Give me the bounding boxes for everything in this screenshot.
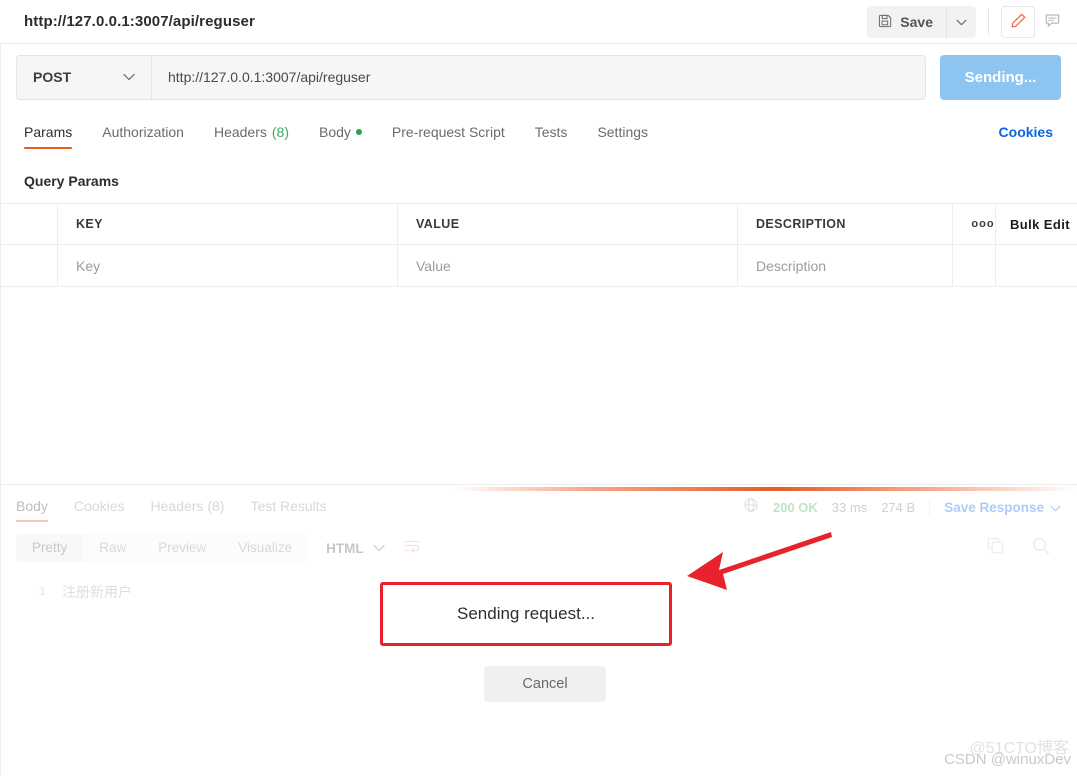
- line-number: 1: [38, 585, 46, 599]
- view-mode-visualize[interactable]: Visualize: [222, 534, 308, 562]
- ellipsis-icon: ooo: [971, 218, 995, 230]
- copy-button[interactable]: [986, 536, 1005, 560]
- view-mode-preview[interactable]: Preview: [142, 534, 222, 562]
- comment-button[interactable]: [1035, 6, 1069, 38]
- tab-params-label: Params: [24, 124, 73, 140]
- column-options-button[interactable]: ooo: [953, 204, 996, 244]
- header-checkbox-cell: [0, 204, 58, 244]
- response-size: 274 B: [881, 499, 916, 515]
- tab-pre-request-script-label: Pre-request Script: [391, 124, 505, 140]
- http-method-label: POST: [33, 69, 72, 85]
- word-wrap-icon: [403, 538, 421, 559]
- tab-headers-label: Headers: [213, 124, 267, 140]
- chevron-down-icon: [1050, 500, 1061, 515]
- tab-params[interactable]: Params: [24, 124, 73, 149]
- request-url-input[interactable]: [152, 55, 925, 99]
- tab-pre-request-script[interactable]: Pre-request Script: [392, 124, 505, 149]
- save-response-label: Save Response: [944, 499, 1044, 515]
- loading-progress-bar: [0, 487, 1077, 491]
- send-button[interactable]: Sending...: [940, 54, 1061, 100]
- column-header-key: KEY: [58, 204, 398, 244]
- search-button[interactable]: [1031, 536, 1051, 561]
- query-params-table: KEY VALUE DESCRIPTION ooo Bulk Edit Key …: [0, 203, 1077, 287]
- save-button-group: Save: [867, 5, 976, 38]
- copy-icon: [986, 537, 1005, 559]
- tab-settings-label: Settings: [597, 124, 649, 140]
- response-tabs: Body Cookies Headers (8) Test Results 20…: [0, 492, 1077, 528]
- chevron-down-icon: [956, 14, 967, 29]
- response-format-label: HTML: [326, 540, 364, 556]
- response-tools: [986, 536, 1061, 561]
- cookies-link[interactable]: Cookies: [999, 124, 1053, 140]
- param-description-input[interactable]: Description: [738, 245, 953, 286]
- chevron-down-icon: [372, 539, 385, 557]
- param-value-input[interactable]: Value: [398, 245, 738, 286]
- tab-body-label: Body: [319, 124, 351, 140]
- tab-tests[interactable]: Tests: [535, 124, 568, 149]
- url-bar: POST: [16, 54, 926, 100]
- tab-settings[interactable]: Settings: [597, 124, 648, 149]
- query-params-title: Query Params: [24, 173, 119, 189]
- response-tab-cookies[interactable]: Cookies: [74, 498, 125, 522]
- postman-window: http://127.0.0.1:3007/api/reguser Save P…: [0, 0, 1077, 776]
- request-tabs: Params Authorization Headers (8) Body Pr…: [0, 124, 1077, 160]
- response-view-toolbar: Pretty Raw Preview Visualize HTML: [0, 528, 1077, 568]
- meta-divider: [929, 499, 931, 515]
- code-line: 1 注册新用户: [0, 582, 1077, 602]
- top-bar-actions: Save: [867, 5, 1077, 38]
- code-left-rail: [0, 568, 1, 743]
- save-button[interactable]: Save: [867, 5, 946, 38]
- tab-tests-label: Tests: [534, 124, 568, 140]
- top-bar: http://127.0.0.1:3007/api/reguser Save: [0, 0, 1077, 44]
- save-button-label: Save: [900, 13, 933, 30]
- toolbar-divider: [988, 8, 989, 35]
- tab-headers[interactable]: Headers (8): [214, 124, 289, 149]
- bulk-edit-label: Bulk Edit: [1010, 216, 1070, 232]
- response-body: 1 注册新用户: [0, 568, 1077, 743]
- floppy-disk-icon: [878, 13, 893, 31]
- globe-icon: [743, 497, 759, 518]
- tab-headers-count: (8): [271, 124, 289, 140]
- column-header-value: VALUE: [398, 204, 738, 244]
- row-checkbox-cell[interactable]: [0, 245, 58, 286]
- response-tab-body[interactable]: Body: [16, 498, 48, 522]
- search-icon: [1031, 537, 1051, 560]
- url-row: POST Sending...: [0, 44, 1077, 110]
- response-tab-test-results[interactable]: Test Results: [250, 498, 326, 522]
- view-mode-pretty[interactable]: Pretty: [16, 534, 84, 562]
- response-status: 200 OK: [772, 499, 818, 515]
- response-meta: 200 OK 33 ms 274 B Save Response: [743, 497, 1061, 524]
- word-wrap-button[interactable]: [403, 538, 421, 559]
- tab-authorization-label: Authorization: [102, 124, 184, 140]
- pencil-icon: [1010, 12, 1027, 32]
- column-header-description: DESCRIPTION: [738, 204, 953, 244]
- chevron-down-icon: [123, 68, 135, 86]
- table-row: Key Value Description: [0, 245, 1077, 286]
- param-key-input[interactable]: Key: [58, 245, 398, 286]
- row-options-cell: [953, 245, 996, 286]
- save-dropdown-button[interactable]: [946, 5, 976, 38]
- comment-icon: [1044, 12, 1061, 32]
- tab-body[interactable]: Body: [319, 124, 362, 149]
- body-modified-dot-icon: [355, 129, 362, 135]
- response-pane: Body Cookies Headers (8) Test Results 20…: [0, 492, 1077, 776]
- http-method-select[interactable]: POST: [17, 55, 152, 99]
- response-tab-headers[interactable]: Headers (8): [151, 498, 225, 522]
- edit-request-button[interactable]: [1001, 5, 1035, 38]
- table-header-row: KEY VALUE DESCRIPTION ooo Bulk Edit: [0, 204, 1077, 245]
- request-title: http://127.0.0.1:3007/api/reguser: [24, 13, 255, 30]
- tab-authorization[interactable]: Authorization: [102, 124, 184, 149]
- save-response-button[interactable]: Save Response: [944, 500, 1061, 515]
- response-view-modes: Pretty Raw Preview Visualize: [16, 534, 309, 562]
- code-text: 注册新用户: [62, 584, 132, 600]
- response-time: 33 ms: [831, 499, 868, 515]
- view-mode-raw[interactable]: Raw: [83, 534, 142, 562]
- bulk-edit-button[interactable]: Bulk Edit: [996, 204, 1077, 244]
- cancel-button[interactable]: Cancel: [484, 666, 606, 702]
- response-divider: [0, 484, 1077, 485]
- watermark-primary: CSDN @winuxDev: [944, 751, 1071, 768]
- response-format-select[interactable]: HTML: [326, 539, 385, 557]
- row-trailing-cell: [996, 245, 1077, 286]
